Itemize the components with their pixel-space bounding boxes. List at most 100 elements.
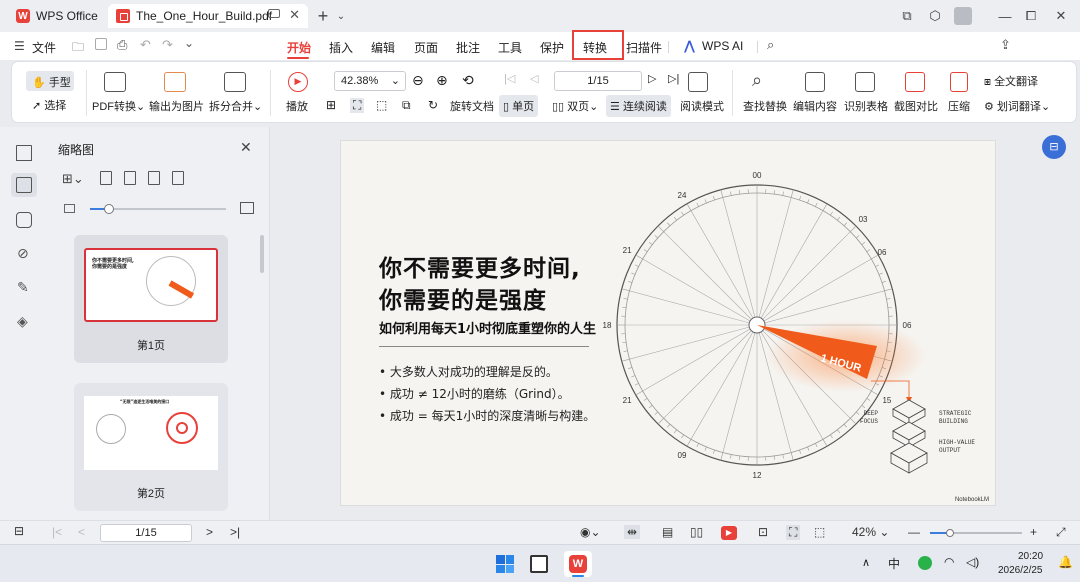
status-zoom-value[interactable]: 42% ⌄ [852,525,889,539]
hand-tool-button[interactable]: ✋ 手型 [26,71,74,91]
read-mode-button[interactable]: 阅读模式 [680,98,724,114]
single-page-icon[interactable]: ▤ [662,525,673,539]
full-page-icon[interactable]: ⛶ [786,525,801,540]
split-merge-button[interactable]: 拆分合并⌄ [209,98,262,114]
double-page-button[interactable]: ▯▯ 双页⌄ [552,98,598,114]
open-folder-icon[interactable]: 🗀 [72,38,84,59]
double-page-icon[interactable]: ▯▯ [690,525,703,539]
attachment-icon[interactable]: ⊘ [17,245,29,262]
actual-size-icon[interactable]: ⬚ [814,525,825,539]
windows-start-icon[interactable] [496,555,514,573]
word-translate-button[interactable]: ⚙ 划词翻译⌄ [984,98,1050,114]
copy-icon[interactable]: ⧉ [402,98,411,113]
search-icon[interactable]: ⌕ [767,37,774,53]
full-translate-button[interactable]: ⧆ 全文翻译 [984,73,1038,89]
rotate-page-icon[interactable]: ⟲ [462,72,474,89]
thumbnail-page-2[interactable]: “无限”追逐生活唯美的接口 第2页 [74,383,228,511]
notification-icon[interactable]: 🔔 [1058,555,1073,569]
wps-taskbar-button[interactable]: W [564,551,592,577]
first-page-icon[interactable]: |◁ [504,72,515,85]
close-panel-icon[interactable]: ✕ [240,139,252,156]
compress-button[interactable]: 压缩 [948,98,970,114]
hamburger-icon[interactable]: ☰ [14,39,25,53]
menu-tab-scan[interactable]: 扫描件 [626,39,662,56]
signature-icon[interactable]: ✎ [17,279,29,296]
recognize-table-button[interactable]: 识别表格 [844,98,888,114]
replace-page-icon[interactable] [172,171,184,185]
grid-view-icon[interactable]: ⊞⌄ [62,171,84,187]
play-button[interactable]: 播放 [286,98,308,114]
fit-icon[interactable]: ⊡ [758,525,768,539]
speaker-icon[interactable]: ◁) [966,555,979,569]
continuous-read-button[interactable]: ☰ 连续阅读 [606,95,671,117]
wps-home-tab[interactable]: W WPS Office [8,4,106,28]
zoom-select[interactable]: 42.38% ⌄ [334,71,406,91]
fit-page-icon[interactable]: ⛶ [350,98,365,113]
first-page-icon[interactable]: |< [52,525,62,539]
play-icon[interactable]: ▶ [721,526,737,540]
copy-page-icon[interactable] [148,171,160,185]
menu-tab-tools[interactable]: 工具 [498,39,522,56]
prev-page-icon[interactable]: ◁ [530,72,538,85]
screen-icon[interactable] [268,9,280,18]
bookmark-icon[interactable] [16,145,32,161]
menu-tab-edit[interactable]: 编辑 [371,39,395,56]
eye-icon[interactable]: ◉⌄ [580,525,601,539]
minimize-icon[interactable]: — [996,7,1014,25]
maximize-icon[interactable]: ⧠ [1022,7,1040,25]
zoom-out-icon[interactable]: — [908,525,920,539]
ime-indicator[interactable]: 中 [888,555,900,572]
menu-tab-page[interactable]: 页面 [414,39,438,56]
actual-size-icon[interactable]: ⬚ [376,98,387,112]
clock-time[interactable]: 20:20 [1018,551,1043,562]
comment-icon[interactable] [16,212,32,228]
prev-page-icon[interactable]: < [78,525,85,539]
insert-page-icon[interactable] [100,171,112,185]
redo-icon[interactable]: ↷ [162,37,173,53]
clock-date[interactable]: 2026/2/25 [998,565,1043,576]
add-icon[interactable]: + [314,6,332,26]
avatar[interactable] [954,7,972,25]
rotate-document-button[interactable]: 旋转文档 [450,98,494,114]
status-page-input[interactable]: 1/15 [100,524,192,542]
close-window-icon[interactable]: ✕ [1052,7,1070,25]
single-page-button[interactable]: ▯ 单页 [499,95,539,117]
save-icon[interactable] [95,38,107,50]
close-icon[interactable]: ✕ [289,7,300,23]
edit-content-button[interactable]: 编辑内容 [793,98,837,114]
zoom-out-icon[interactable]: ⊖ [412,72,424,89]
pdf-convert-button[interactable]: PDF转换⌄ [92,98,145,114]
tray-chevron-icon[interactable]: ∧ [862,556,870,569]
chevron-down-icon[interactable]: ⌄ [332,7,350,25]
sidebar-toggle-icon[interactable]: ⊟ [14,524,24,538]
zoom-in-icon[interactable]: + [1030,525,1037,539]
document-tab[interactable]: The_One_Hour_Build.pdf ✕ [108,4,308,28]
zoom-slider-thumb[interactable] [946,529,954,537]
screenshot-compare-button[interactable]: 截图对比 [894,98,938,114]
thumbnail-page-1[interactable]: 你不需要更多时间, 你需要的是强度 第1页 [74,235,228,363]
menu-file[interactable]: 文件 [32,39,56,56]
window-restore-icon[interactable]: ⧉ [898,7,916,25]
cloud-upload-icon[interactable]: ⇪ [1000,37,1011,53]
cube-icon[interactable]: ⬡ [926,7,944,25]
menu-tab-protect[interactable]: 保护 [540,39,564,56]
next-page-icon[interactable]: ▷ [648,72,656,85]
scrollbar[interactable] [260,235,264,273]
fullscreen-icon[interactable]: ⤢ [1056,525,1066,540]
select-tool-button[interactable]: ➚ 选择 [32,97,66,113]
more-chevron-icon[interactable]: ⌄ [184,36,194,50]
rotate-icon[interactable]: ↻ [428,98,438,112]
fit-width-icon[interactable]: ⇹ [624,525,641,539]
layers-icon[interactable]: ◈ [17,313,28,330]
last-page-icon[interactable]: >| [230,525,240,539]
page-input[interactable]: 1/15 [554,71,642,91]
menu-tab-annotate[interactable]: 批注 [456,39,480,56]
task-view-icon[interactable] [530,555,548,573]
extract-page-icon[interactable] [124,171,136,185]
print-icon[interactable]: ⎙ [117,37,127,53]
menu-tab-insert[interactable]: 插入 [329,39,353,56]
next-page-icon[interactable]: > [206,525,213,539]
last-page-icon[interactable]: ▷| [668,72,679,85]
fit-width-icon[interactable]: ⊞ [326,98,336,112]
zoom-in-icon[interactable]: ⊕ [436,72,448,89]
